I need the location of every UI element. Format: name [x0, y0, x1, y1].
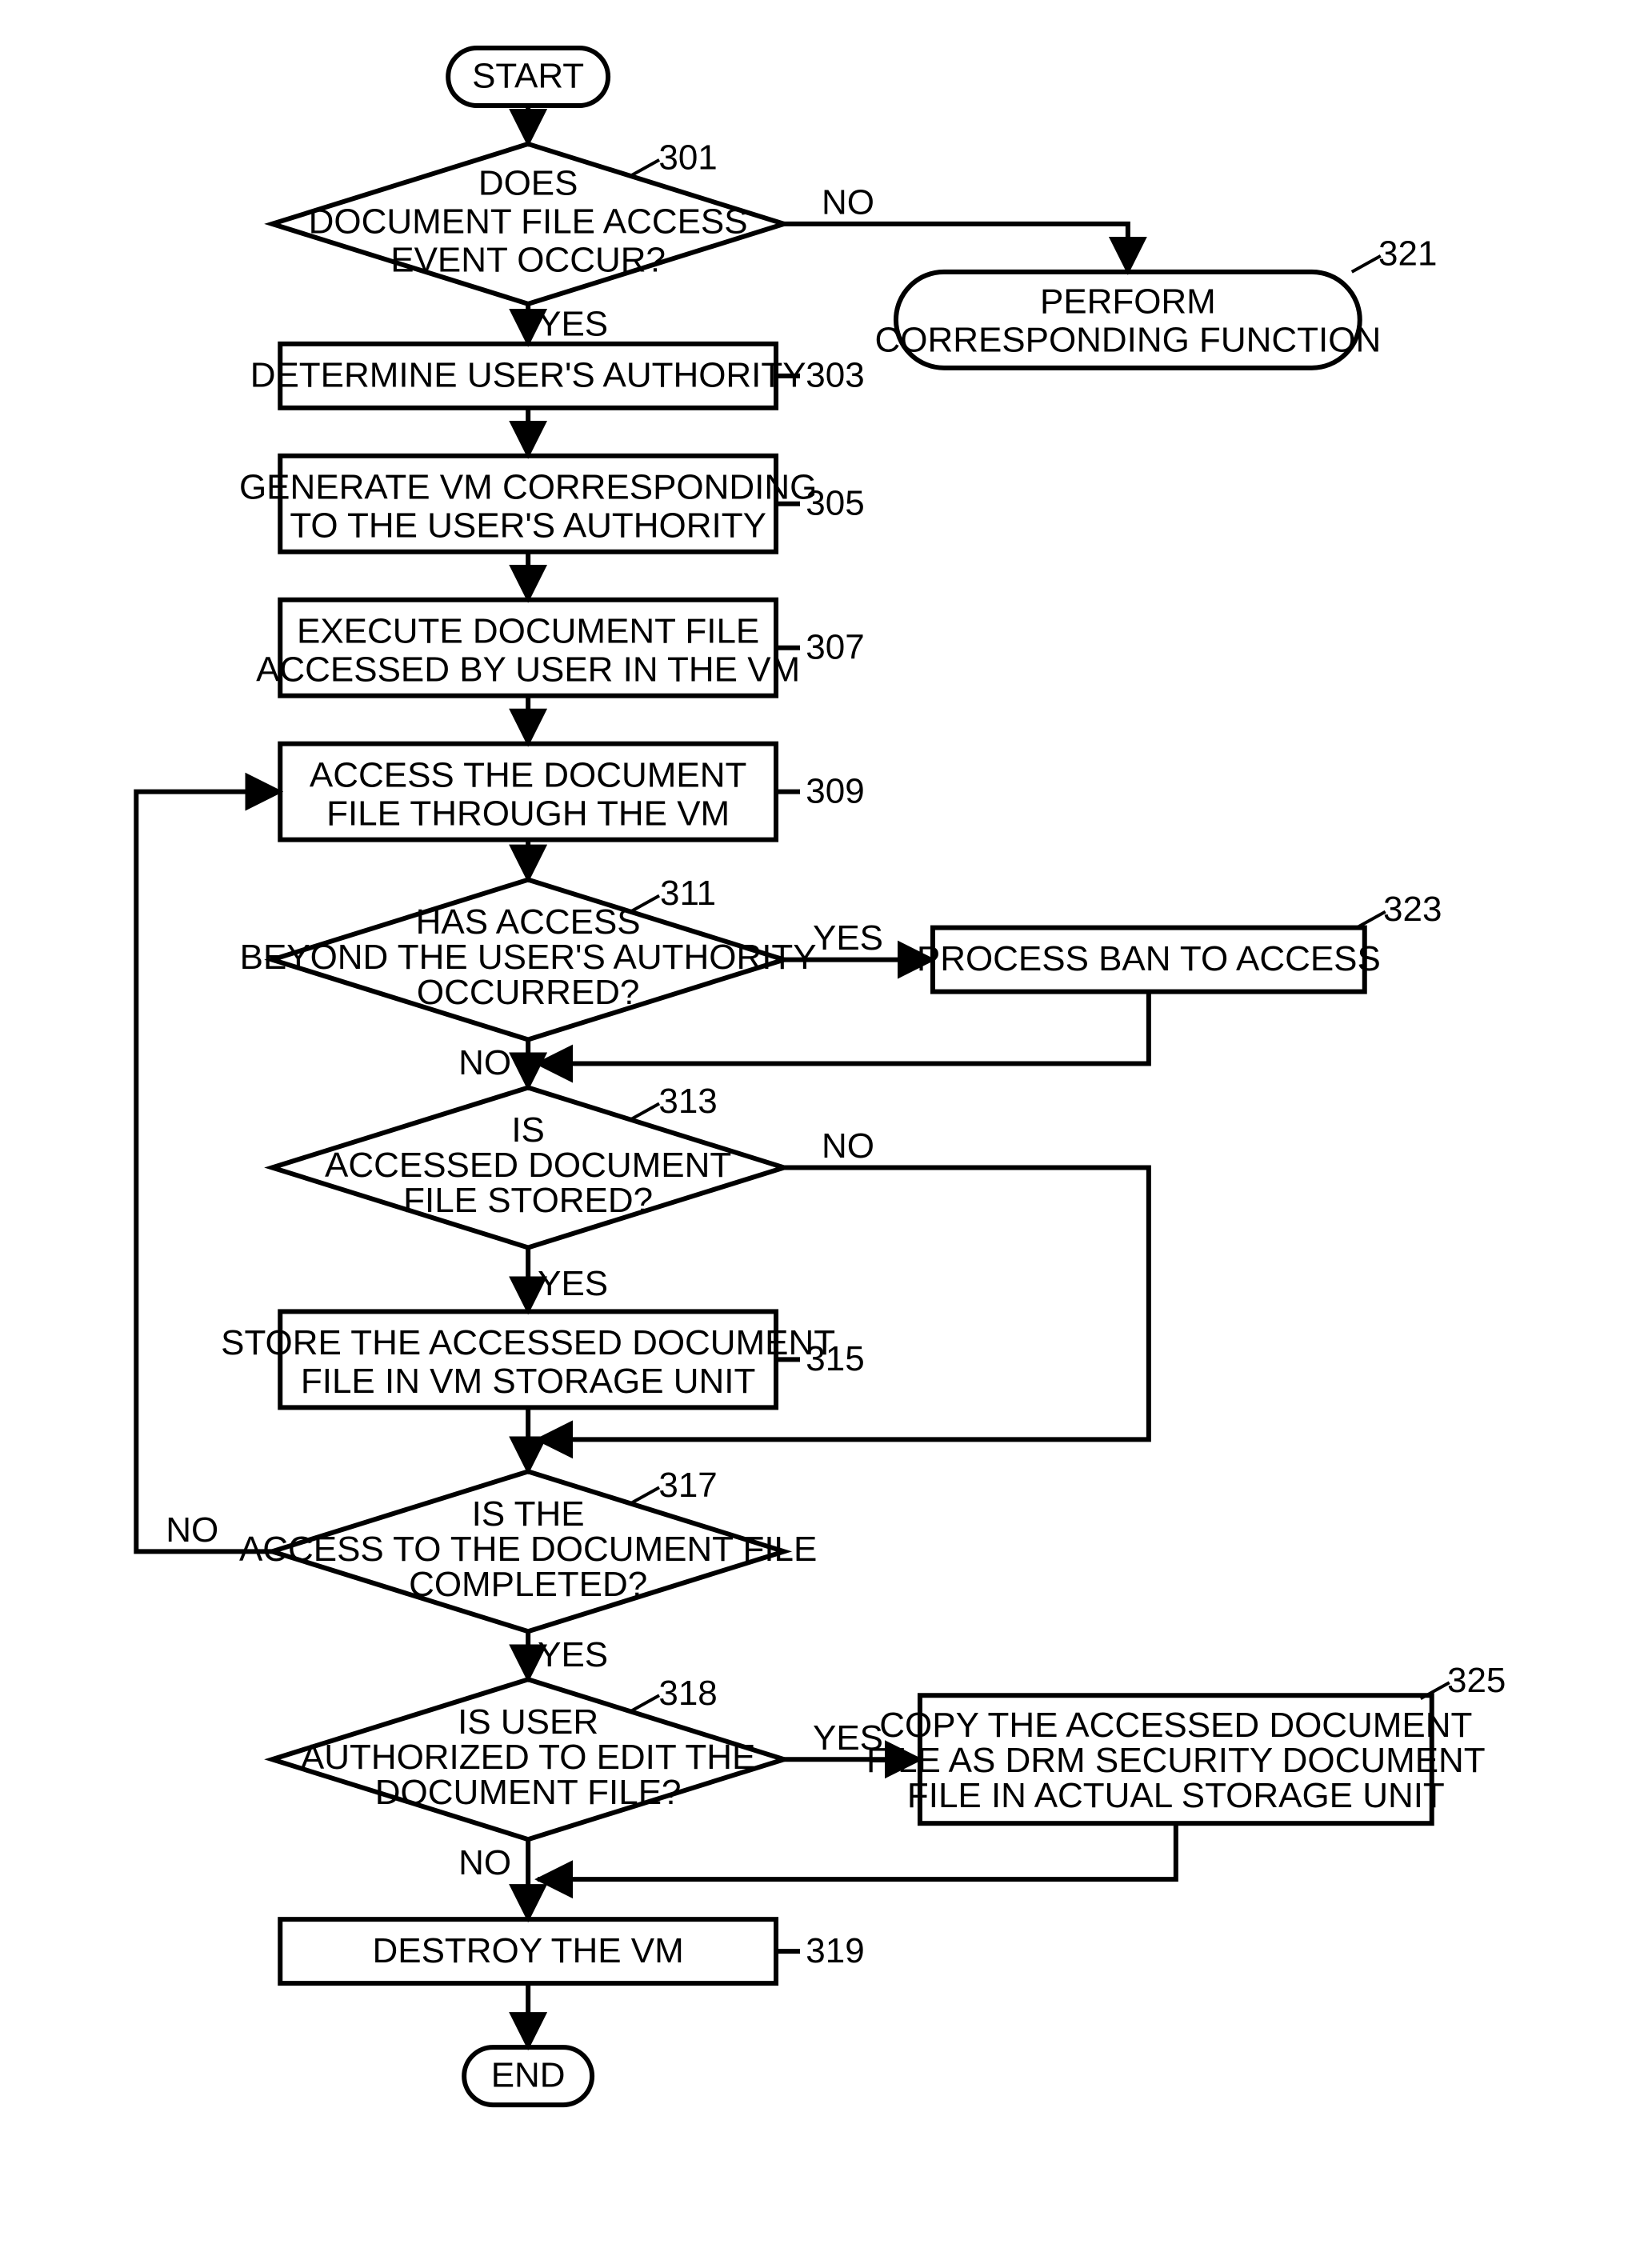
text: DESTROY THE VM: [372, 1931, 683, 1970]
edge-label-yes: YES: [813, 1718, 883, 1758]
text: IS THE: [472, 1494, 585, 1534]
ref-315: 315: [806, 1339, 864, 1378]
text: COMPLETED?: [409, 1565, 647, 1604]
text: OCCURRED?: [417, 973, 640, 1012]
process-321: PERFORM CORRESPONDING FUNCTION: [875, 272, 1382, 368]
text: ACCESSED DOCUMENT: [325, 1146, 731, 1185]
ref-303: 303: [806, 355, 864, 394]
text: EVENT OCCUR?: [390, 241, 666, 280]
start-label: START: [472, 57, 584, 96]
text: EXECUTE DOCUMENT FILE: [297, 611, 759, 650]
text: STORE THE ACCESSED DOCUMENT: [221, 1323, 835, 1362]
edge-label-no: NO: [822, 183, 874, 222]
ref-311: 311: [660, 874, 716, 913]
ref-321: 321: [1378, 234, 1437, 274]
text: HAS ACCESS: [416, 902, 641, 942]
process-305: GENERATE VM CORRESPONDING TO THE USER'S …: [239, 456, 817, 552]
text: DOCUMENT FILE ACCESS: [309, 202, 748, 242]
ref-318: 318: [658, 1674, 717, 1713]
text: FILE IN ACTUAL STORAGE UNIT: [907, 1776, 1445, 1815]
process-307: EXECUTE DOCUMENT FILE ACCESSED BY USER I…: [256, 600, 800, 696]
edge-label-no: NO: [458, 1043, 511, 1082]
text: GENERATE VM CORRESPONDING: [239, 467, 817, 506]
process-315: STORE THE ACCESSED DOCUMENT FILE IN VM S…: [221, 1311, 835, 1407]
edge-label-yes: YES: [538, 1635, 608, 1674]
edge-label-no: NO: [822, 1126, 874, 1166]
end-label: END: [491, 2056, 566, 2095]
text: FILE THROUGH THE VM: [326, 794, 730, 833]
ref-317: 317: [658, 1466, 717, 1505]
ref-309: 309: [806, 771, 864, 810]
text: COPY THE ACCESSED DOCUMENT: [879, 1706, 1472, 1745]
text: ACCESS TO THE DOCUMENT FILE: [239, 1530, 817, 1569]
text: PROCESS BAN TO ACCESS: [917, 939, 1381, 978]
flowchart: START DOES DOCUMENT FILE ACCESS EVENT OC…: [0, 0, 1640, 2268]
ref-325: 325: [1447, 1661, 1506, 1700]
ref-313: 313: [658, 1082, 717, 1121]
process-303: DETERMINE USER'S AUTHORITY: [250, 344, 806, 408]
process-325: COPY THE ACCESSED DOCUMENT FILE AS DRM S…: [866, 1695, 1486, 1823]
text: PERFORM: [1040, 282, 1216, 321]
edge-label-yes: YES: [538, 304, 608, 343]
edge-label-no: NO: [458, 1843, 511, 1882]
text: FILE IN VM STORAGE UNIT: [301, 1362, 755, 1401]
text: FILE STORED?: [403, 1181, 653, 1220]
text: ACCESSED BY USER IN THE VM: [256, 650, 800, 689]
process-319: DESTROY THE VM: [280, 1919, 776, 1983]
decision-317: IS THE ACCESS TO THE DOCUMENT FILE COMPL…: [239, 1471, 817, 1631]
text: IS USER: [458, 1702, 598, 1742]
text: BEYOND THE USER'S AUTHORITY: [240, 938, 817, 977]
text: TO THE USER'S AUTHORITY: [290, 506, 766, 545]
start-node: START: [448, 48, 608, 106]
process-309: ACCESS THE DOCUMENT FILE THROUGH THE VM: [280, 744, 776, 840]
ref-301: 301: [658, 138, 717, 178]
text: FILE AS DRM SECURITY DOCUMENT: [866, 1741, 1486, 1780]
text: DOES: [478, 164, 578, 203]
end-node: END: [464, 2047, 592, 2105]
decision-311: HAS ACCESS BEYOND THE USER'S AUTHORITY O…: [240, 880, 817, 1040]
edge-label-yes: YES: [813, 918, 883, 958]
ref-307: 307: [806, 627, 864, 666]
ref-305: 305: [806, 483, 864, 522]
text: DOCUMENT FILE?: [375, 1773, 682, 1812]
text: ACCESS THE DOCUMENT: [310, 755, 746, 794]
text: CORRESPONDING FUNCTION: [875, 320, 1382, 359]
text: DETERMINE USER'S AUTHORITY: [250, 355, 806, 394]
ref-319: 319: [806, 1931, 864, 1970]
text: IS: [511, 1110, 545, 1150]
process-323: PROCESS BAN TO ACCESS: [917, 928, 1381, 992]
text: AUTHORIZED TO EDIT THE: [301, 1738, 755, 1777]
edge-label-yes: YES: [538, 1264, 608, 1303]
ref-323: 323: [1383, 890, 1442, 929]
edge-label-no: NO: [166, 1510, 218, 1550]
